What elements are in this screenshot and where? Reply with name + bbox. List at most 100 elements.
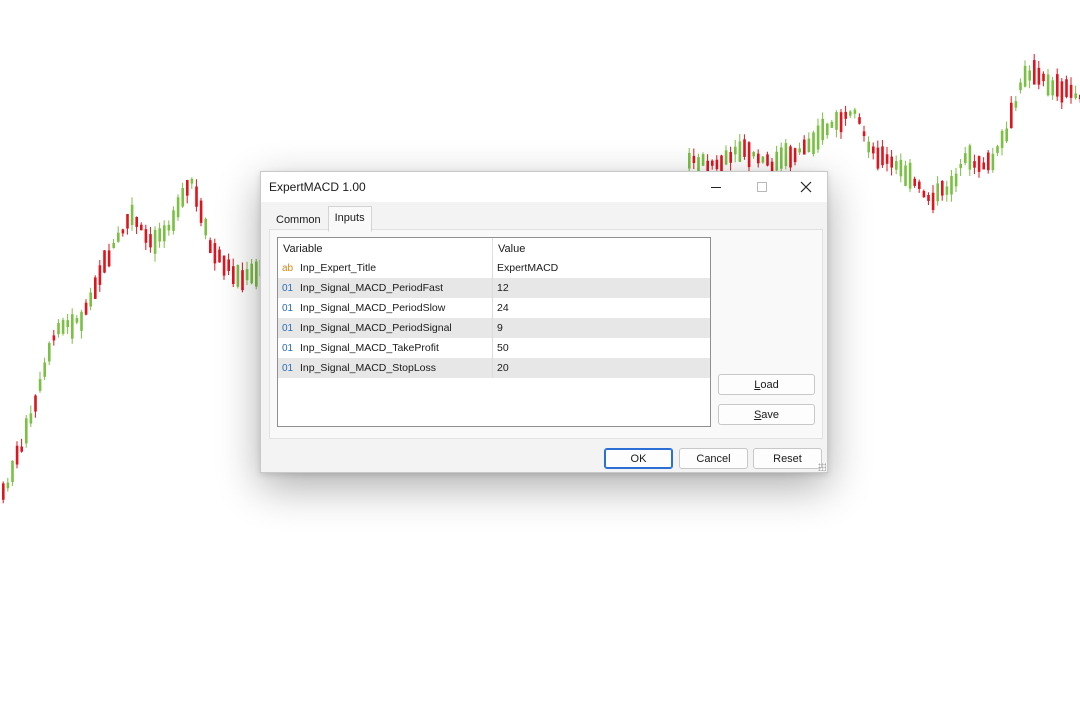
candle-body xyxy=(936,183,939,202)
variable-name: Inp_Signal_MACD_TakeProfit xyxy=(300,342,439,354)
save-button[interactable]: Save xyxy=(718,404,815,425)
candle-body xyxy=(701,154,705,166)
candle-body xyxy=(752,152,755,157)
candle-body xyxy=(1000,130,1004,148)
candle-body xyxy=(692,155,696,164)
reset-button[interactable]: Reset xyxy=(753,448,822,469)
table-row[interactable]: 01 Inp_Signal_MACD_StopLoss 20 xyxy=(278,358,710,378)
column-header-variable[interactable]: Variable xyxy=(278,238,493,258)
candle-body xyxy=(890,156,893,168)
integer-type-icon: 01 xyxy=(282,282,294,294)
table-row[interactable]: 01 Inp_Signal_MACD_PeriodSlow 24 xyxy=(278,298,710,318)
candle-body xyxy=(190,178,194,184)
candle-body xyxy=(697,157,700,172)
candle-body xyxy=(950,176,953,195)
load-label: oad xyxy=(760,378,779,391)
candle-body xyxy=(232,266,235,285)
candle-body xyxy=(89,292,92,307)
candle-body xyxy=(876,147,880,169)
value-cell[interactable]: 24 xyxy=(493,298,509,318)
candle-body xyxy=(1065,79,1068,97)
table-row[interactable]: 01 Inp_Signal_MACD_PeriodFast 12 xyxy=(278,278,710,298)
table-row[interactable]: 01 Inp_Signal_MACD_PeriodSignal 9 xyxy=(278,318,710,338)
minimize-button[interactable] xyxy=(693,172,739,202)
candle-body xyxy=(126,214,129,229)
candle-body xyxy=(757,153,760,164)
candle-body xyxy=(80,311,83,331)
integer-type-icon: 01 xyxy=(282,362,294,374)
candle-body xyxy=(1074,93,1077,99)
tab-inputs[interactable]: Inputs xyxy=(327,206,372,232)
candle-body xyxy=(1023,65,1027,87)
candle-body xyxy=(6,482,10,489)
candle-body xyxy=(1014,101,1018,108)
candle-body xyxy=(1060,81,1064,103)
candle-body xyxy=(766,154,769,166)
value-cell[interactable]: ExpertMACD xyxy=(493,258,558,278)
ok-button[interactable]: OK xyxy=(604,448,673,469)
resize-grip-icon[interactable] xyxy=(818,463,826,471)
candle-body xyxy=(204,218,207,236)
value-cell[interactable]: 9 xyxy=(493,318,503,338)
candle-body xyxy=(140,224,143,231)
candle-body xyxy=(1019,82,1022,91)
candle-body xyxy=(1051,80,1054,96)
variable-name: Inp_Signal_MACD_StopLoss xyxy=(300,362,436,374)
candle-body xyxy=(913,178,916,186)
value-cell[interactable]: 12 xyxy=(493,278,509,298)
candle-body xyxy=(98,265,102,285)
variable-name: Inp_Signal_MACD_PeriodFast xyxy=(300,282,443,294)
candle-body xyxy=(945,186,949,195)
candle-body xyxy=(1056,74,1059,97)
integer-type-icon: 01 xyxy=(282,322,294,334)
candle-body xyxy=(747,142,751,168)
candle-body xyxy=(987,152,990,171)
candle-body xyxy=(117,232,120,242)
candle-body xyxy=(94,277,97,299)
candle-body xyxy=(996,146,999,153)
dialog-titlebar[interactable]: ExpertMACD 1.00 xyxy=(261,172,827,202)
candle-body xyxy=(1046,74,1050,96)
candle-body xyxy=(977,156,981,172)
candle-body xyxy=(186,180,189,196)
candle-body xyxy=(908,162,912,189)
candle-body xyxy=(780,147,783,169)
candle-body xyxy=(789,146,792,168)
value-cell[interactable]: 20 xyxy=(493,358,509,378)
candle-body xyxy=(236,265,240,287)
candle-body xyxy=(954,173,958,187)
candle-body xyxy=(1010,102,1013,129)
candle-body xyxy=(57,323,60,335)
candle-body xyxy=(959,164,962,169)
candle-body xyxy=(743,139,746,157)
candle-body xyxy=(20,446,23,452)
candle-body xyxy=(48,343,51,362)
candle-body xyxy=(121,229,125,234)
candle-body xyxy=(816,125,820,150)
candle-body xyxy=(34,395,37,412)
candle-body xyxy=(793,148,797,163)
dialog-title: ExpertMACD 1.00 xyxy=(269,180,366,194)
column-header-value[interactable]: Value xyxy=(493,238,525,258)
load-button[interactable]: Load xyxy=(718,374,815,395)
candle-body xyxy=(830,121,834,128)
cancel-button[interactable]: Cancel xyxy=(679,448,748,469)
table-row[interactable]: ab Inp_Expert_Title ExpertMACD xyxy=(278,258,710,278)
candle-body xyxy=(195,186,198,207)
candle-body xyxy=(968,145,972,170)
close-button[interactable] xyxy=(783,172,829,202)
candle-body xyxy=(172,210,175,231)
candle-body xyxy=(52,335,56,341)
candle-body xyxy=(176,197,180,218)
candle-body xyxy=(227,259,230,272)
candle-body xyxy=(153,229,157,254)
table-row[interactable]: 01 Inp_Signal_MACD_TakeProfit 50 xyxy=(278,338,710,358)
candle-body xyxy=(711,160,714,166)
candle-body xyxy=(167,224,171,231)
candle-body xyxy=(991,153,995,171)
maximize-button[interactable] xyxy=(739,172,785,202)
value-cell[interactable]: 50 xyxy=(493,338,509,358)
candle-body xyxy=(844,111,847,119)
candle-body xyxy=(103,250,106,273)
candle-body xyxy=(66,320,69,328)
